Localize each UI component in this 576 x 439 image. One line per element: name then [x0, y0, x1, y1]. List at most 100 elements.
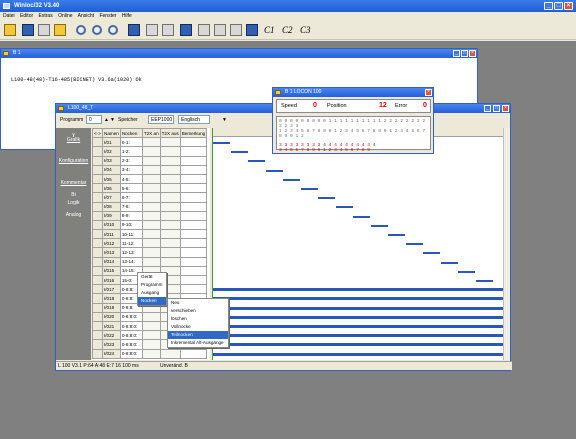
row-name[interactable]: I/011 — [102, 229, 121, 240]
row-name[interactable]: I/07 — [102, 192, 121, 203]
cam-segment[interactable] — [335, 206, 353, 209]
nav-bi[interactable]: Bi — [58, 192, 89, 198]
menu-datei[interactable]: Datei — [3, 13, 15, 19]
row-marker[interactable] — [92, 265, 103, 277]
col-bemerkung[interactable]: Bemerkung — [179, 127, 208, 139]
nav-logik[interactable]: Logik — [58, 200, 89, 206]
device-icon[interactable] — [198, 24, 210, 36]
row-name[interactable]: I/023 — [102, 339, 121, 350]
row-t2x-aus[interactable] — [159, 173, 181, 185]
row-name[interactable]: I/04 — [102, 164, 121, 175]
row-name[interactable]: I/012 — [102, 238, 121, 249]
programm-input[interactable]: 0 — [86, 115, 102, 124]
row-nocken[interactable]: 0-8:8:0: — [119, 320, 143, 332]
row-bemerkung[interactable] — [179, 164, 208, 175]
row-nocken[interactable]: 13-14: — [119, 256, 143, 267]
cam-segment[interactable] — [248, 160, 265, 163]
row-bemerkung[interactable] — [179, 137, 208, 148]
row-name[interactable]: I/014 — [102, 256, 121, 267]
row-nocken[interactable]: 8-9: — [119, 210, 143, 221]
row-t2x-an[interactable] — [141, 155, 161, 166]
row-name[interactable]: I/015 — [102, 265, 121, 277]
row-name[interactable]: I/016 — [102, 274, 121, 286]
row-bemerkung[interactable] — [179, 155, 208, 166]
row-marker[interactable] — [92, 274, 103, 286]
row-nocken[interactable]: 5-6: — [119, 183, 143, 194]
row-marker[interactable] — [92, 183, 103, 194]
table-row[interactable]: I/014 13-14: — [92, 256, 208, 267]
menu-extras[interactable]: Extras — [39, 13, 53, 19]
cam-segment[interactable] — [318, 197, 335, 200]
row-bemerkung[interactable] — [179, 265, 208, 277]
col-nocken[interactable]: Nocken — [119, 127, 143, 139]
row-t2x-aus[interactable] — [159, 348, 181, 359]
cam-full-segment[interactable] — [213, 334, 503, 338]
row-t2x-an[interactable] — [141, 146, 161, 157]
table-row[interactable]: I/09 8-9: — [92, 210, 208, 221]
table-row[interactable]: I/024 0-8:8:0: — [92, 348, 208, 359]
row-t2x-an[interactable] — [141, 320, 161, 332]
row-marker[interactable] — [92, 311, 103, 322]
menu-fenster[interactable]: Fenster — [99, 13, 116, 19]
l100-maximize-button[interactable]: □ — [493, 105, 500, 112]
cam-segment[interactable] — [440, 261, 458, 264]
cam-segment[interactable] — [458, 270, 475, 273]
row-t2x-an[interactable] — [141, 348, 161, 359]
row-t2x-aus[interactable] — [159, 137, 181, 148]
table-row[interactable]: I/04 3-4: — [92, 164, 208, 175]
cam-segment[interactable] — [405, 243, 423, 246]
cam-segment[interactable] — [230, 151, 248, 154]
c3-button[interactable]: C3 — [300, 25, 311, 35]
row-nocken[interactable]: 11-12: — [119, 238, 143, 249]
row-t2x-an[interactable] — [141, 219, 161, 231]
open-folder-icon[interactable] — [4, 24, 16, 36]
menu-item-nocken[interactable]: Nocken — [138, 297, 166, 305]
close-button[interactable]: × — [564, 2, 573, 10]
row-name[interactable]: I/02 — [102, 146, 121, 157]
row-marker[interactable] — [92, 330, 103, 341]
row-nocken[interactable]: 0-8:8:0: — [119, 339, 143, 350]
row-nocken[interactable]: 7-8: — [119, 201, 143, 212]
nav-konfiguration[interactable]: Konfiguration — [58, 158, 89, 164]
row-bemerkung[interactable] — [179, 229, 208, 240]
row-marker[interactable] — [92, 173, 103, 185]
cam-segment[interactable] — [423, 252, 440, 255]
split-icon[interactable] — [230, 24, 242, 36]
row-t2x-an[interactable] — [141, 330, 161, 341]
row-nocken[interactable]: 1-2: — [119, 146, 143, 157]
c2-button[interactable]: C2 — [282, 25, 293, 35]
row-nocken[interactable]: 2-3: — [119, 155, 143, 166]
row-marker[interactable] — [92, 155, 103, 166]
row-t2x-an[interactable] — [141, 238, 161, 249]
cam-segment[interactable] — [213, 142, 230, 144]
cam-full-segment[interactable] — [213, 288, 503, 292]
row-bemerkung[interactable] — [179, 284, 208, 295]
row-t2x-aus[interactable] — [159, 210, 181, 221]
row-marker[interactable] — [92, 293, 103, 304]
print-icon[interactable] — [38, 24, 50, 36]
row-t2x-an[interactable] — [141, 137, 161, 148]
cam-full-segment[interactable] — [213, 297, 503, 301]
row-marker[interactable] — [92, 284, 103, 295]
b1-minimize-button[interactable]: _ — [453, 50, 460, 57]
row-t2x-an[interactable] — [141, 164, 161, 175]
window-icon[interactable] — [214, 24, 226, 36]
row-bemerkung[interactable] — [179, 238, 208, 249]
submenu-item-loeschen[interactable]: löschen — [168, 315, 228, 323]
row-t2x-aus[interactable] — [159, 155, 181, 166]
zoom-in-icon[interactable] — [92, 25, 102, 35]
row-name[interactable]: I/017 — [102, 284, 121, 295]
row-nocken[interactable]: 3-4: — [119, 164, 143, 175]
row-name[interactable]: I/05 — [102, 173, 121, 185]
row-bemerkung[interactable] — [179, 146, 208, 157]
table-row[interactable]: I/012 11-12: — [92, 238, 208, 249]
row-marker[interactable] — [92, 256, 103, 267]
menu-item-geraet[interactable]: Gerät — [138, 273, 166, 281]
table-row[interactable]: I/05 4-5: — [92, 173, 208, 185]
row-t2x-an[interactable] — [141, 173, 161, 185]
nav-analog[interactable]: Analog — [58, 212, 89, 218]
row-nocken[interactable]: 9-10: — [119, 219, 143, 231]
row-name[interactable]: I/08 — [102, 201, 121, 212]
row-marker[interactable] — [92, 229, 103, 240]
row-bemerkung[interactable] — [179, 219, 208, 231]
